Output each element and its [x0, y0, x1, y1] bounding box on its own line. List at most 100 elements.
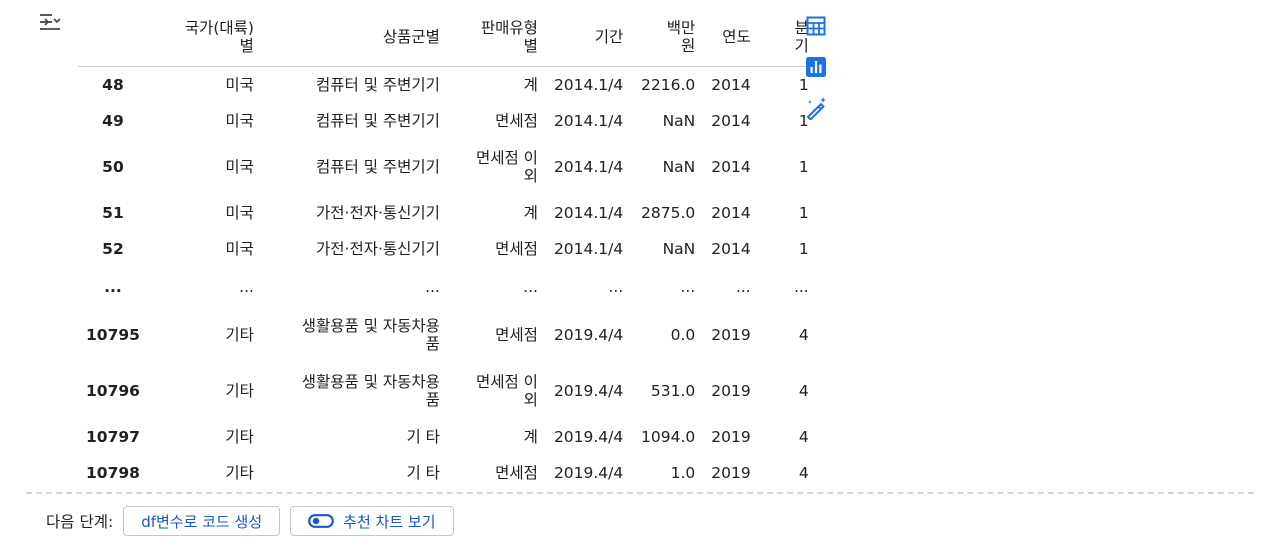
table-row: 10796 기타 생활용품 및 자동차용 품 면세점 이 외 2019.4/4 531.0… — [78, 363, 817, 419]
cell-period: 2014.1/4 — [553, 111, 624, 130]
cell-product: ... — [425, 277, 440, 296]
cell-country: 미국 — [225, 203, 254, 222]
cell-period: 2019.4/4 — [553, 463, 624, 482]
cell-quarter: 1 — [798, 239, 809, 258]
cell-quarter: 1 — [798, 157, 809, 176]
row-index: ... — [104, 277, 122, 296]
cell-product: 컴퓨터 및 주변기기 — [316, 75, 440, 94]
generate-button[interactable] — [804, 96, 828, 120]
cell-period: 2019.4/4 — [553, 427, 624, 446]
cell-sale-type: 면세점 이 외 — [475, 372, 538, 409]
table-row: 10795 기타 생활용품 및 자동차용 품 면세점 2019.4/4 0.0 2019 4 — [78, 307, 817, 363]
cell-sale-type: 면세점 — [495, 111, 538, 130]
cell-amount: 1094.0 — [641, 427, 696, 446]
cell-year: 2014 — [711, 239, 751, 258]
table-row: ........................ — [78, 267, 817, 307]
cell-quarter: 4 — [798, 463, 809, 482]
table-row: 10798 기타 기 타 면세점 2019.4/4 1.0 2019 4 — [78, 455, 817, 491]
cell-amount: 2875.0 — [641, 203, 696, 222]
header-period: 기간 — [545, 8, 632, 67]
cell-period: 2019.4/4 — [553, 381, 624, 400]
output-side-tools — [804, 14, 830, 137]
cell-amount: NaN — [662, 157, 696, 176]
recommended-charts-label: 추천 차트 보기 — [343, 512, 436, 531]
cell-amount: 0.0 — [670, 325, 696, 344]
header-product: 상품군별 — [261, 8, 448, 67]
header-index — [78, 8, 148, 67]
cell-country: 미국 — [225, 75, 254, 94]
cell-product: 컴퓨터 및 주변기기 — [316, 111, 440, 130]
cell-country: 미국 — [225, 111, 254, 130]
row-index: 10797 — [86, 427, 140, 446]
cell-country: 기타 — [225, 463, 254, 482]
cell-product: 기 타 — [406, 427, 440, 446]
cell-country: 기타 — [225, 427, 254, 446]
cell-year: 2019 — [711, 427, 751, 446]
cell-sale-type: 계 — [523, 203, 538, 222]
cell-period: 2014.1/4 — [553, 239, 624, 258]
next-steps-bar: 다음 단계: df변수로 코드 생성 추천 차트 보기 — [46, 505, 464, 537]
cell-quarter: 4 — [798, 427, 809, 446]
table-header-row: 국가(대륙) 별 상품군별 판매유형 별 기간 백만 원 연도 분 기 — [78, 8, 817, 67]
section-divider — [26, 492, 1254, 494]
table-view-icon — [806, 16, 826, 36]
cell-sale-type: 면세점 — [495, 239, 538, 258]
cell-product: 가전·전자·통신기기 — [316, 239, 440, 258]
cell-sale-type: 계 — [523, 75, 538, 94]
cell-period: 2014.1/4 — [553, 157, 624, 176]
row-index: 10798 — [86, 463, 140, 482]
cell-year: 2019 — [711, 381, 751, 400]
row-index: 48 — [102, 75, 124, 94]
cell-year: 2019 — [711, 325, 751, 344]
dataframe-table: 국가(대륙) 별 상품군별 판매유형 별 기간 백만 원 연도 분 기 48 미국… — [78, 8, 817, 491]
row-index: 51 — [102, 203, 124, 222]
cell-amount: 531.0 — [650, 381, 696, 400]
table-row: 49 미국 컴퓨터 및 주변기기 면세점 2014.1/4 NaN 2014 1 — [78, 103, 817, 139]
chart-view-icon — [806, 57, 826, 77]
table-row: 51 미국 가전·전자·통신기기 계 2014.1/4 2875.0 2014 1 — [78, 195, 817, 231]
recommended-charts-button[interactable]: 추천 차트 보기 — [290, 506, 454, 536]
header-sale-type: 판매유형 별 — [447, 8, 546, 67]
cell-sale-type: 계 — [523, 427, 538, 446]
cell-period: 2014.1/4 — [553, 203, 624, 222]
output-collapse-icon[interactable] — [36, 10, 64, 34]
generate-code-button[interactable]: df변수로 코드 생성 — [123, 506, 281, 536]
cell-year: 2014 — [711, 157, 751, 176]
cell-quarter: 1 — [798, 203, 809, 222]
cell-country: 미국 — [225, 157, 254, 176]
cell-period: 2014.1/4 — [553, 75, 624, 94]
table-view-button[interactable] — [804, 14, 828, 38]
cell-year: 2014 — [711, 111, 751, 130]
header-amount: 백만 원 — [631, 8, 704, 67]
cell-amount: NaN — [662, 111, 696, 130]
row-index: 49 — [102, 111, 124, 130]
header-country: 국가(대륙) 별 — [147, 8, 262, 67]
toggle-icon — [308, 514, 335, 528]
cell-amount: ... — [680, 277, 696, 296]
cell-period: 2019.4/4 — [553, 325, 624, 344]
table-row: 48 미국 컴퓨터 및 주변기기 계 2014.1/4 2216.0 2014 1 — [78, 67, 817, 103]
cell-amount: 2216.0 — [641, 75, 696, 94]
row-index: 10795 — [86, 325, 140, 344]
row-index: 50 — [102, 157, 124, 176]
row-index: 10796 — [86, 381, 140, 400]
cell-year: ... — [735, 277, 751, 296]
next-steps-label: 다음 단계: — [46, 513, 114, 531]
cell-quarter: 4 — [798, 325, 809, 344]
cell-sale-type: ... — [523, 277, 538, 296]
cell-country: 기타 — [225, 325, 254, 344]
cell-product: 기 타 — [406, 463, 440, 482]
cell-period: ... — [608, 277, 624, 296]
cell-product: 가전·전자·통신기기 — [316, 203, 440, 222]
magic-wand-icon — [807, 97, 826, 120]
chart-view-button[interactable] — [804, 55, 828, 79]
cell-amount: 1.0 — [670, 463, 696, 482]
cell-year: 2014 — [711, 75, 751, 94]
cell-country: 기타 — [225, 381, 254, 400]
cell-product: 생활용품 및 자동차용 품 — [301, 372, 440, 409]
cell-country: ... — [239, 277, 254, 296]
table-row: 10797 기타 기 타 계 2019.4/4 1094.0 2019 4 — [78, 419, 817, 455]
cell-product: 생활용품 및 자동차용 품 — [301, 316, 440, 353]
cell-year: 2014 — [711, 203, 751, 222]
collapse-output-icon — [40, 14, 61, 30]
